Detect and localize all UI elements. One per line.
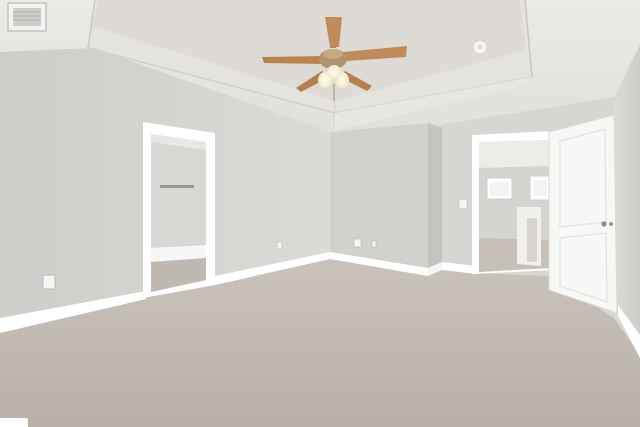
air-vent (7, 2, 47, 32)
light-switch (458, 198, 468, 210)
wall-right (614, 45, 640, 355)
fan-light-bulb (327, 65, 341, 79)
wall-back (330, 123, 428, 272)
door-knob (601, 221, 607, 227)
watermark-badge (0, 418, 28, 427)
hall-doorway (472, 131, 553, 274)
smoke-detector (472, 39, 488, 55)
wall-column (428, 123, 442, 272)
closet-doorway (143, 122, 215, 298)
open-door (548, 114, 618, 314)
wall-outlet (371, 240, 377, 248)
closet-rod (160, 185, 194, 188)
wall-outlet (42, 274, 56, 290)
fan-blade (262, 56, 323, 64)
room-photo (0, 0, 640, 427)
wall-outlet (276, 241, 283, 250)
wall-outlet (353, 238, 362, 248)
